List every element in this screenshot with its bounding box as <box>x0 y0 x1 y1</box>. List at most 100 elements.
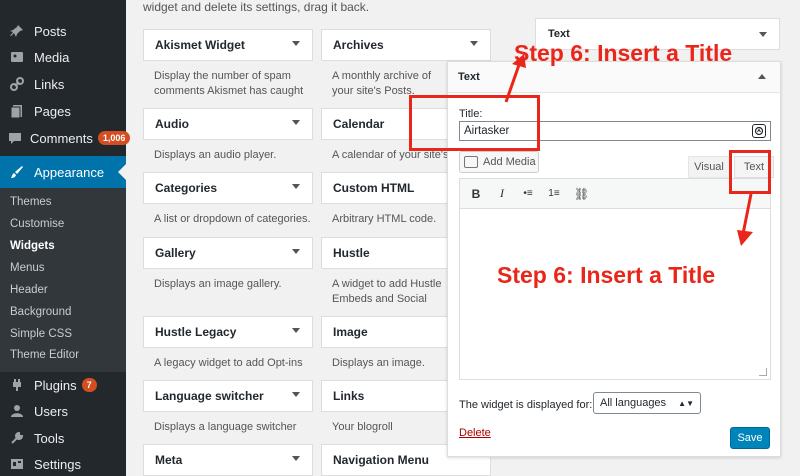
widget-title: Archives <box>333 38 384 52</box>
widget-categories[interactable]: Categories <box>143 172 313 204</box>
editor-content-area[interactable] <box>459 208 771 380</box>
widget-title: Meta <box>155 453 183 467</box>
bullet-list-button[interactable]: •≡ <box>522 188 534 199</box>
widget-title: Custom HTML <box>333 181 415 195</box>
widget-language-switcher[interactable]: Language switcher <box>143 380 313 412</box>
caret-down-icon[interactable] <box>759 32 767 37</box>
caret-up-icon[interactable] <box>758 74 766 79</box>
sidebar-item-label: Comments <box>30 130 93 146</box>
admin-sidebar: Posts Media Links Pages Comments 1,006 A… <box>0 0 131 476</box>
settings-icon <box>8 455 26 473</box>
resize-handle-icon[interactable] <box>759 368 767 376</box>
sidebar-item-label: Media <box>34 49 70 65</box>
caret-down-icon[interactable] <box>292 392 300 397</box>
comments-count-badge: 1,006 <box>97 131 131 145</box>
brush-icon <box>8 163 26 181</box>
sidebar-item-label: Links <box>34 76 65 92</box>
widget-title: Audio <box>155 117 189 131</box>
widget-meta[interactable]: Meta <box>143 444 313 476</box>
display-for-label: The widget is displayed for: <box>459 399 593 411</box>
pages-icon <box>8 102 26 120</box>
add-media-button[interactable]: Add Media <box>459 151 539 173</box>
caret-down-icon[interactable] <box>292 328 300 333</box>
widgets-intro-text: widget and delete its settings, drag it … <box>143 0 370 14</box>
language-select[interactable]: All languages ▲▼ <box>593 392 701 414</box>
editor-toolbar: B I •≡ 1≡ ⛓ <box>459 178 771 208</box>
wrench-icon <box>8 429 26 447</box>
widget-description: Displays an audio player. <box>154 149 277 161</box>
caret-down-icon[interactable] <box>292 184 300 189</box>
caret-down-icon[interactable] <box>292 456 300 461</box>
widget-hustle-legacy[interactable]: Hustle Legacy <box>143 316 313 348</box>
appearance-submenu: Themes Customise Widgets Menus Header Ba… <box>0 188 126 372</box>
sidebar-item-links[interactable]: Links <box>0 71 126 97</box>
widget-description: Displays an image gallery. <box>154 278 282 290</box>
caret-down-icon[interactable] <box>292 249 300 254</box>
widget-audio[interactable]: Audio <box>143 108 313 140</box>
submenu-menus[interactable]: Menus <box>10 262 45 274</box>
link-icon <box>8 75 26 93</box>
widget-title: Language switcher <box>155 389 264 403</box>
numbered-list-button[interactable]: 1≡ <box>548 188 560 199</box>
bold-button[interactable]: B <box>470 187 482 201</box>
tab-visual[interactable]: Visual <box>688 156 730 178</box>
widget-description: Display the number of spam comments Akis… <box>154 70 304 97</box>
add-media-label: Add Media <box>483 156 536 168</box>
sidebar-item-label: Tools <box>34 430 65 446</box>
widget-title: Calendar <box>333 117 385 131</box>
widget-title: Navigation Menu <box>333 453 430 467</box>
sidebar-item-appearance[interactable]: Appearance <box>0 156 126 188</box>
updown-arrows-icon: ▲▼ <box>678 399 694 408</box>
widget-title: Hustle Legacy <box>155 325 237 339</box>
sidebar-item-tools[interactable]: Tools <box>0 425 126 451</box>
sidebar-item-settings[interactable]: Settings <box>0 451 126 476</box>
sidebar-item-posts[interactable]: Posts <box>0 18 126 44</box>
caret-down-icon[interactable] <box>470 41 478 46</box>
insert-link-button[interactable]: ⛓ <box>574 187 589 201</box>
password-manager-icon[interactable] <box>752 124 766 138</box>
widget-title: Akismet Widget <box>155 38 245 52</box>
sidebar-item-label: Settings <box>34 456 81 472</box>
submenu-theme-editor[interactable]: Theme Editor <box>10 349 79 361</box>
delete-link[interactable]: Delete <box>459 427 491 439</box>
submenu-themes[interactable]: Themes <box>10 196 52 208</box>
sidebar-item-plugins[interactable]: Plugins 7 <box>0 372 126 398</box>
italic-button[interactable]: I <box>496 186 508 201</box>
submenu-widgets[interactable]: Widgets <box>10 240 55 252</box>
annotation-step-top: Step 6: Insert a Title <box>514 40 733 66</box>
submenu-customise[interactable]: Customise <box>10 218 64 230</box>
sidebar-item-pages[interactable]: Pages <box>0 98 126 124</box>
widget-description: A widget to add Hustle Embeds and Social… <box>332 278 442 305</box>
sidebar-item-label: Appearance <box>34 164 105 180</box>
plugins-count-badge: 7 <box>81 378 97 392</box>
save-button[interactable]: Save <box>730 427 770 449</box>
editor-header-title: Text <box>458 71 480 83</box>
widget-title: Hustle <box>333 246 370 260</box>
widget-gallery[interactable]: Gallery <box>143 237 313 269</box>
widget-title: Links <box>333 389 365 403</box>
widget-title: Gallery <box>155 246 196 260</box>
sidebar-item-media[interactable]: Media <box>0 44 126 70</box>
sidebar-item-users[interactable]: Users <box>0 398 126 424</box>
widget-description: A list or dropdown of categories. <box>154 213 311 225</box>
sidebar-item-label: Plugins <box>34 377 77 393</box>
sidebar-item-label: Users <box>34 403 68 419</box>
widget-description: Arbitrary HTML code. <box>332 213 437 225</box>
submenu-background[interactable]: Background <box>10 306 71 318</box>
widget-archives[interactable]: Archives <box>321 29 491 61</box>
caret-down-icon[interactable] <box>292 41 300 46</box>
widget-title: Image <box>333 325 368 339</box>
caret-down-icon[interactable] <box>292 120 300 125</box>
widget-title: Categories <box>155 181 218 195</box>
submenu-header[interactable]: Header <box>10 284 48 296</box>
media-icon <box>8 48 26 66</box>
sidebar-item-comments[interactable]: Comments 1,006 <box>0 125 131 151</box>
widget-description: A legacy widget to add Opt-ins <box>154 357 303 369</box>
sidebar-item-label: Posts <box>34 23 67 39</box>
widget-description: Displays a language switcher <box>154 421 297 433</box>
annotation-step-right: Step 6: Insert a Title <box>497 262 716 288</box>
widget-akismet[interactable]: Akismet Widget <box>143 29 313 61</box>
widget-title: Text <box>548 28 570 40</box>
submenu-simple-css[interactable]: Simple CSS <box>10 328 72 340</box>
annotation-box-text-tab <box>729 150 771 194</box>
